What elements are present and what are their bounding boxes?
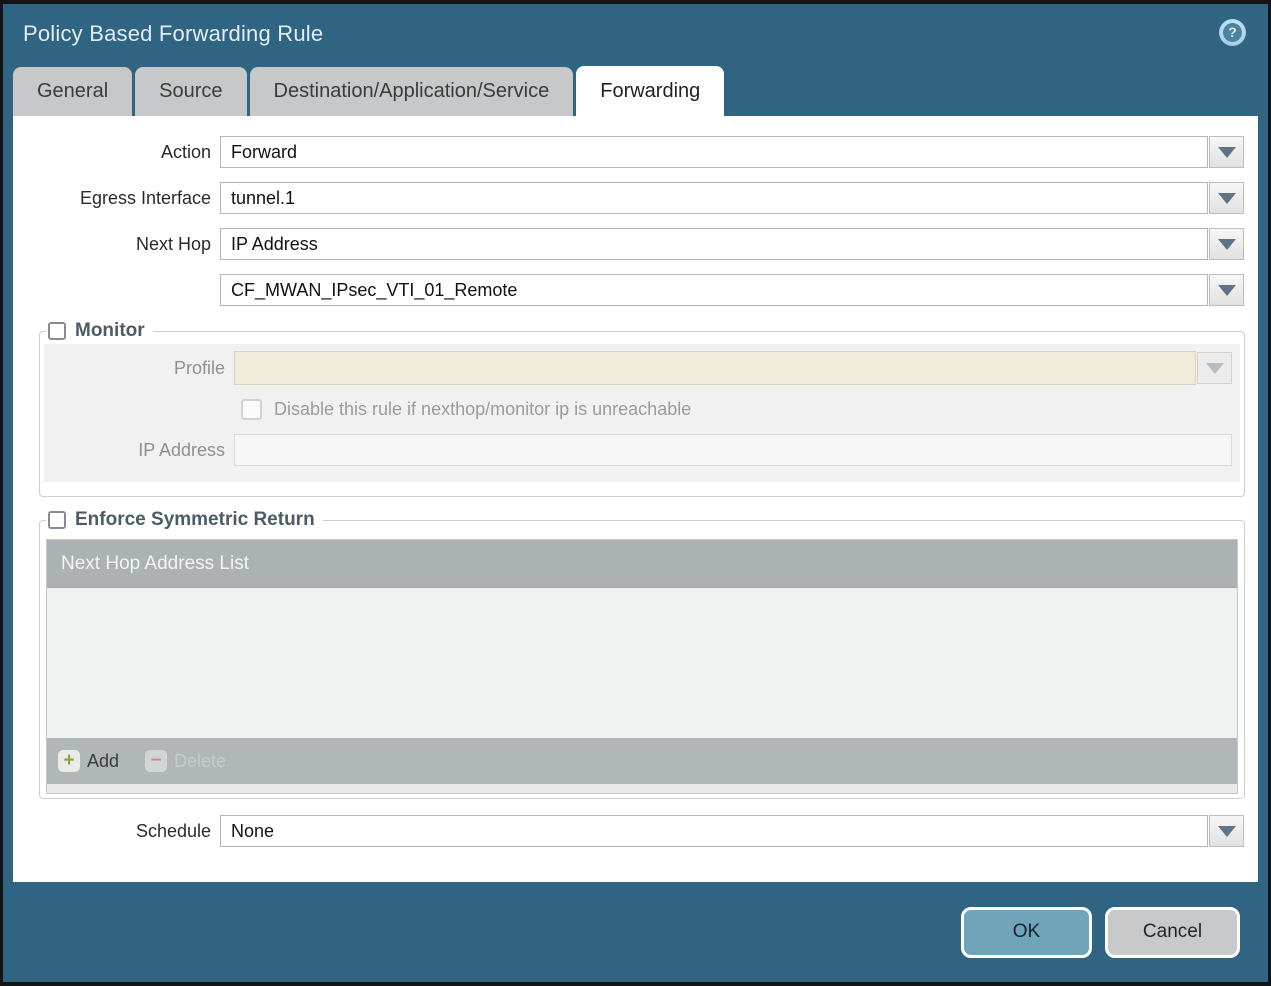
monitor-legend-label: Monitor (75, 320, 145, 341)
dialog-footer: OK Cancel (3, 882, 1268, 982)
next-hop-address-row: CF_MWAN_IPsec_VTI_01_Remote (13, 274, 1244, 306)
tab-forwarding[interactable]: Forwarding (576, 66, 725, 116)
monitor-profile-label: Profile (173, 357, 225, 378)
monitor-panel: Profile Disable this rule if nexthop/mon… (44, 344, 1240, 482)
monitor-ip-address-label: IP Address (138, 439, 225, 460)
monitor-profile-row: Profile (44, 351, 1232, 385)
tab-destination-application-service[interactable]: Destination/Application/Service (249, 67, 574, 116)
disable-rule-checkbox (241, 399, 262, 420)
next-hop-address-list-body[interactable] (47, 588, 1237, 738)
next-hop-row: Next Hop IP Address (13, 228, 1244, 260)
action-dropdown-button[interactable] (1209, 136, 1244, 168)
action-label: Action (160, 141, 211, 162)
action-select[interactable]: Forward (220, 136, 1208, 168)
egress-interface-dropdown-button[interactable] (1209, 182, 1244, 214)
next-hop-address-table: Next Hop Address List + Add − Delete (46, 539, 1238, 784)
schedule-label: Schedule (135, 820, 211, 841)
tab-strip: General Source Destination/Application/S… (13, 66, 1258, 116)
egress-interface-label: Egress Interface (79, 187, 211, 208)
symmetric-return-legend-label: Enforce Symmetric Return (75, 509, 315, 530)
symmetric-return-fieldset: Enforce Symmetric Return Next Hop Addres… (39, 509, 1245, 799)
schedule-select[interactable]: None (220, 815, 1208, 847)
monitor-disable-rule-row: Disable this rule if nexthop/monitor ip … (241, 399, 1240, 420)
next-hop-dropdown-button[interactable] (1209, 228, 1244, 260)
chevron-down-icon (1217, 146, 1236, 158)
help-icon-glyph: ? (1223, 23, 1242, 42)
monitor-checkbox[interactable] (48, 322, 66, 340)
symmetric-return-checkbox[interactable] (48, 511, 66, 529)
schedule-dropdown-button[interactable] (1209, 815, 1244, 847)
chevron-down-icon (1217, 284, 1236, 296)
next-hop-label: Next Hop (135, 233, 211, 254)
table-resize-strip (46, 784, 1238, 794)
plus-icon: + (58, 750, 80, 772)
pbf-rule-dialog: Policy Based Forwarding Rule ? General S… (0, 0, 1271, 986)
next-hop-address-dropdown-button[interactable] (1209, 274, 1244, 306)
next-hop-address-input[interactable]: CF_MWAN_IPsec_VTI_01_Remote (220, 274, 1208, 306)
next-hop-address-list-header: Next Hop Address List (47, 540, 1237, 588)
cancel-button[interactable]: Cancel (1105, 906, 1240, 958)
minus-icon: − (145, 750, 168, 772)
egress-interface-select[interactable]: tunnel.1 (220, 182, 1208, 214)
disable-rule-label: Disable this rule if nexthop/monitor ip … (274, 399, 692, 419)
monitor-ip-address-row: IP Address (44, 434, 1232, 466)
tab-general[interactable]: General (13, 67, 133, 116)
delete-button-label: Delete (174, 750, 227, 771)
delete-button: − Delete (145, 750, 226, 772)
chevron-down-icon (1205, 362, 1224, 374)
tab-source[interactable]: Source (135, 67, 247, 116)
egress-interface-row: Egress Interface tunnel.1 (13, 182, 1244, 214)
add-button-label: Add (87, 750, 120, 771)
chevron-down-icon (1217, 238, 1236, 250)
action-row: Action Forward (13, 136, 1244, 168)
tab-content-forwarding: Action Forward Egress Interface tunnel.1… (13, 116, 1258, 882)
monitor-legend: Monitor (46, 320, 153, 342)
monitor-ip-address-input (234, 434, 1232, 466)
chevron-down-icon (1217, 192, 1236, 204)
monitor-profile-select (234, 351, 1196, 385)
symmetric-return-legend: Enforce Symmetric Return (46, 509, 323, 531)
dialog-titlebar: Policy Based Forwarding Rule ? (3, 4, 1268, 66)
schedule-row: Schedule None (13, 815, 1244, 847)
add-button[interactable]: + Add (58, 750, 119, 772)
monitor-fieldset: Monitor Profile Disable this rule if nex… (39, 320, 1245, 497)
next-hop-address-list-toolbar: + Add − Delete (47, 738, 1237, 784)
dialog-title: Policy Based Forwarding Rule (23, 21, 324, 46)
monitor-profile-dropdown-button (1197, 352, 1232, 384)
ok-button[interactable]: OK (961, 906, 1092, 958)
next-hop-select[interactable]: IP Address (220, 228, 1208, 260)
help-icon[interactable]: ? (1219, 19, 1246, 46)
chevron-down-icon (1217, 825, 1236, 837)
